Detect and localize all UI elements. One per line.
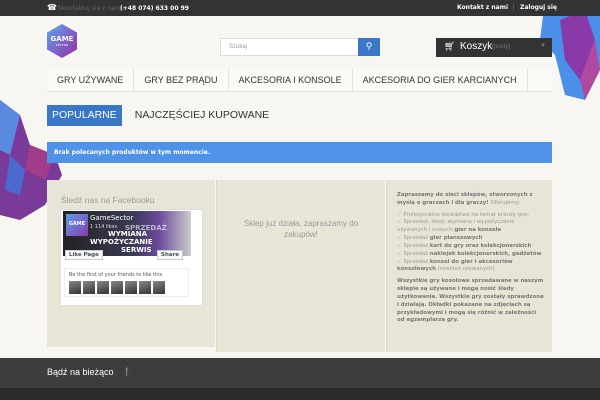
main-nav: GRY UŻYWANE GRY BEZ PRĄDU AKCESORIA I KO… — [47, 68, 552, 92]
list-item-bold: kart do gry oraz kolekcjonerskich — [429, 242, 532, 249]
friend-avatar[interactable] — [111, 281, 123, 294]
list-item: Sprzedaż naklejek kolekcjonerskich, gadż… — [397, 251, 544, 259]
phone-icon: ☎ — [47, 3, 57, 12]
search-icon: ⚲ — [365, 42, 373, 52]
logo[interactable]: GAME SECTOR — [47, 24, 77, 62]
list-item: Sprzedaż, skup, wymianę i wypożyczanie u… — [397, 219, 544, 235]
list-item-text: Profesjonalne doradztwo na temat branży … — [403, 211, 530, 218]
facebook-title: Śledź nas na Facebooku — [61, 195, 155, 205]
footer-bottom — [0, 388, 600, 400]
nav-item-gry-uzywane[interactable]: GRY UŻYWANE — [47, 68, 135, 91]
phone-number: (+48 074) 633 00 99 — [120, 5, 189, 12]
friend-avatar[interactable] — [97, 281, 109, 294]
login-link[interactable]: Zaloguj się — [513, 4, 557, 11]
cover-text: WYPOŻYCZANIE — [90, 238, 153, 246]
list-item: Sprzedaż gier planszowych — [397, 235, 544, 243]
search-input[interactable]: Szukaj — [220, 38, 359, 56]
cart-icon: 🛒︎ — [444, 41, 456, 51]
about-outro-text: Wszystkie gry kosolowe sprzedawane w nas… — [397, 278, 544, 324]
nav-item-akcesoria-i-konsole[interactable]: AKCESORIA I KONSOLE — [229, 68, 353, 91]
list-item-text: Sprzedaż — [403, 242, 430, 249]
promo-column: Sklep już działa, zapraszamy do zakupów! — [216, 180, 385, 352]
about-intro-rest: Oferujemy: — [488, 199, 521, 206]
info-alert: Brak polecanych produktów w tym momencie… — [47, 142, 552, 163]
chevron-down-icon: ▼ — [540, 43, 546, 49]
friend-avatar[interactable] — [125, 281, 137, 294]
product-tabs: POPULARNE NAJCZĘŚCIEJ KUPOWANE — [47, 105, 274, 126]
facebook-page-name[interactable]: GameSector — [90, 214, 133, 222]
list-item-text: Sprzedaż — [403, 258, 430, 265]
list-item: Profesjonalne doradztwo na temat branży … — [397, 212, 544, 220]
tab-popularne[interactable]: POPULARNE — [47, 105, 122, 126]
nav-item-gry-bez-pradu[interactable]: GRY BEZ PRĄDU — [134, 68, 229, 91]
about-intro: Zapraszamy do sieci sklepów, stworzonych… — [397, 192, 544, 208]
friends-box: Be the first of your friends to like thi… — [64, 268, 189, 297]
friends-text: Be the first of your friends to like thi… — [69, 272, 163, 278]
friend-avatars — [69, 281, 165, 294]
list-item: Sprzedaż konsol do gier i akcesoriów kon… — [397, 259, 544, 275]
friend-avatar[interactable] — [153, 281, 165, 294]
search-button[interactable]: ⚲ — [358, 38, 380, 56]
cart-label: Koszyk — [460, 41, 493, 52]
friend-avatar[interactable] — [83, 281, 95, 294]
cart-button[interactable]: 🛒︎ Koszyk (pusty) ▼ — [436, 38, 552, 57]
facebook-icon[interactable]: f — [125, 365, 128, 379]
footer: Bądź na bieżąco f — [0, 358, 600, 388]
list-item: Sprzedaż kart do gry oraz kolekcjonerski… — [397, 243, 544, 251]
list-item-text: Sprzedaż — [403, 250, 430, 257]
list-item-text: Sprzedaż — [403, 235, 430, 242]
share-button[interactable]: Share — [157, 250, 184, 260]
like-page-button[interactable]: Like Page — [65, 250, 103, 260]
cover-text: SERWIS — [121, 246, 152, 254]
contact-label: Skontaktuj się z nami: — [58, 5, 125, 12]
tab-najczesciej-kupowane[interactable]: NAJCZĘŚCIEJ KUPOWANE — [130, 105, 274, 126]
list-item-note: (również używanych) — [435, 266, 495, 273]
footer-title: Bądź na bieżąco — [47, 367, 114, 377]
about-column: Zapraszamy do sieci sklepów, stworzonych… — [386, 180, 552, 352]
cover-text: WYMIANA — [108, 230, 148, 238]
cart-status: (pusty) — [492, 44, 511, 50]
promo-text: Sklep już działa, zapraszamy do zakupów! — [243, 219, 359, 239]
facebook-widget: GAME GameSector 1 114 likes SPRZEDAŻ WYM… — [60, 209, 203, 306]
contact-link[interactable]: Kontakt z nami — [457, 4, 508, 11]
list-item-bold: gier planszowych — [429, 235, 483, 242]
facebook-column: Śledź nas na Facebooku GAME GameSector 1… — [47, 180, 215, 347]
friend-avatar[interactable] — [139, 281, 151, 294]
facebook-page-logo: GAME — [66, 214, 88, 236]
top-bar: ☎ Skontaktuj się z nami: (+48 074) 633 0… — [0, 0, 600, 16]
logo-subtext: SECTOR — [56, 43, 68, 47]
about-outro: Wszystkie gry kosolowe sprzedawane w nas… — [397, 278, 544, 325]
list-item-bold: gier na konsole — [454, 227, 502, 234]
services-list: Profesjonalne doradztwo na temat branży … — [397, 212, 544, 275]
list-item-bold: naklejek kolekcjonerskich, gadżetów — [429, 250, 542, 257]
logo-text: GAME — [51, 35, 74, 43]
nav-item-akcesoria-karciane[interactable]: AKCESORIA DO GIER KARCIANYCH — [353, 68, 528, 91]
friend-avatar[interactable] — [69, 281, 81, 294]
